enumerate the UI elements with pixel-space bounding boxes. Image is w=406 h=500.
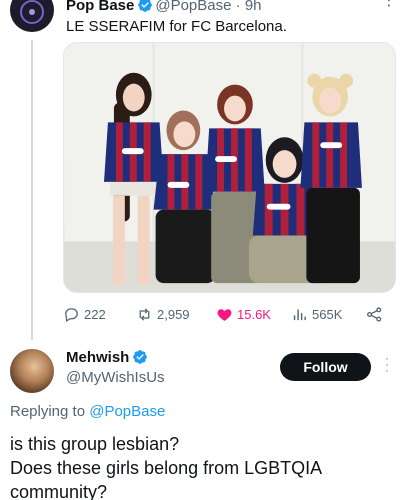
like-icon bbox=[217, 309, 232, 321]
time-separator: · bbox=[235, 0, 241, 14]
author-handle[interactable]: @PopBase bbox=[155, 0, 231, 14]
author-name[interactable]: Pop Base bbox=[66, 0, 134, 14]
reply-author-name[interactable]: Mehwish bbox=[66, 349, 129, 366]
views-icon bbox=[293, 309, 306, 321]
tweet-photo[interactable] bbox=[63, 42, 396, 293]
reply-author-handle[interactable]: @MyWishIsUs bbox=[66, 368, 165, 388]
verified-badge-icon bbox=[132, 349, 148, 365]
group-photo-illustration bbox=[64, 43, 395, 292]
replying-mention[interactable]: @PopBase bbox=[89, 403, 165, 420]
replying-to: Replying to @PopBase bbox=[10, 402, 165, 422]
reply-line-1: is this group lesbian? bbox=[10, 434, 180, 454]
reply-text: is this group lesbian? Does these girls … bbox=[10, 432, 400, 500]
reply-action[interactable]: 222 bbox=[63, 306, 106, 323]
view-count: 565K bbox=[312, 307, 343, 322]
thread-connector bbox=[31, 40, 33, 340]
views-action[interactable]: 565K bbox=[291, 306, 342, 323]
mehwish-avatar[interactable] bbox=[10, 349, 54, 393]
pop-base-avatar[interactable] bbox=[10, 0, 54, 32]
avatar-logo-dot bbox=[29, 9, 35, 15]
reply-line-2: Does these girls belong from LGBTQIA bbox=[10, 458, 323, 478]
replying-prefix: Replying to bbox=[10, 403, 86, 420]
reply-count: 222 bbox=[84, 307, 106, 322]
tweet-time[interactable]: 9h bbox=[245, 0, 262, 14]
share-icon bbox=[367, 307, 382, 322]
like-count: 15.6K bbox=[237, 307, 271, 322]
reply-line-3: community? bbox=[10, 482, 108, 500]
verified-badge-icon bbox=[137, 0, 153, 13]
retweet-icon bbox=[139, 308, 150, 321]
like-action[interactable]: 15.6K bbox=[216, 306, 271, 323]
more-icon[interactable]: ⋮ bbox=[381, 0, 398, 10]
share-action[interactable] bbox=[366, 306, 383, 323]
more-icon[interactable]: · · · bbox=[383, 354, 391, 377]
retweet-action[interactable]: 2,959 bbox=[136, 306, 190, 323]
retweet-count: 2,959 bbox=[157, 307, 190, 322]
tweet-text: LE SSERAFIM for FC Barcelona. bbox=[66, 18, 287, 35]
tweet-header: Pop Base @PopBase · 9h bbox=[66, 0, 262, 16]
reply-icon bbox=[65, 308, 78, 323]
reply-author-row: Mehwish bbox=[66, 348, 150, 368]
follow-button[interactable]: Follow bbox=[280, 353, 371, 381]
tweet-actions: 222 2,959 15.6K 565K bbox=[63, 306, 396, 326]
